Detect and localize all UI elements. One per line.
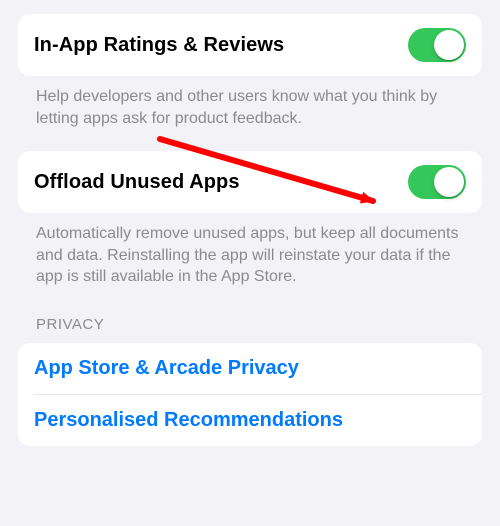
settings-list: In-App Ratings & Reviews Help developers…: [0, 14, 500, 446]
privacy-item-app-store[interactable]: App Store & Arcade Privacy: [18, 343, 482, 394]
ratings-section: In-App Ratings & Reviews Help developers…: [18, 14, 482, 135]
privacy-card: App Store & Arcade Privacy Personalised …: [18, 343, 482, 446]
privacy-item-personalised[interactable]: Personalised Recommendations: [18, 395, 482, 446]
offload-footer: Automatically remove unused apps, but ke…: [18, 213, 482, 294]
offload-title: Offload Unused Apps: [34, 171, 240, 194]
offload-card: Offload Unused Apps: [18, 151, 482, 213]
offload-row: Offload Unused Apps: [18, 151, 482, 213]
ratings-toggle[interactable]: [408, 28, 466, 62]
privacy-header: PRIVACY: [18, 294, 482, 343]
ratings-title: In-App Ratings & Reviews: [34, 34, 284, 57]
ratings-card: In-App Ratings & Reviews: [18, 14, 482, 76]
offload-section: Offload Unused Apps Automatically remove…: [18, 151, 482, 294]
privacy-section: PRIVACY App Store & Arcade Privacy Perso…: [18, 294, 482, 446]
privacy-item-label: App Store & Arcade Privacy: [34, 357, 299, 380]
ratings-footer: Help developers and other users know wha…: [18, 76, 482, 135]
offload-toggle[interactable]: [408, 165, 466, 199]
privacy-item-label: Personalised Recommendations: [34, 409, 343, 432]
ratings-row: In-App Ratings & Reviews: [18, 14, 482, 76]
